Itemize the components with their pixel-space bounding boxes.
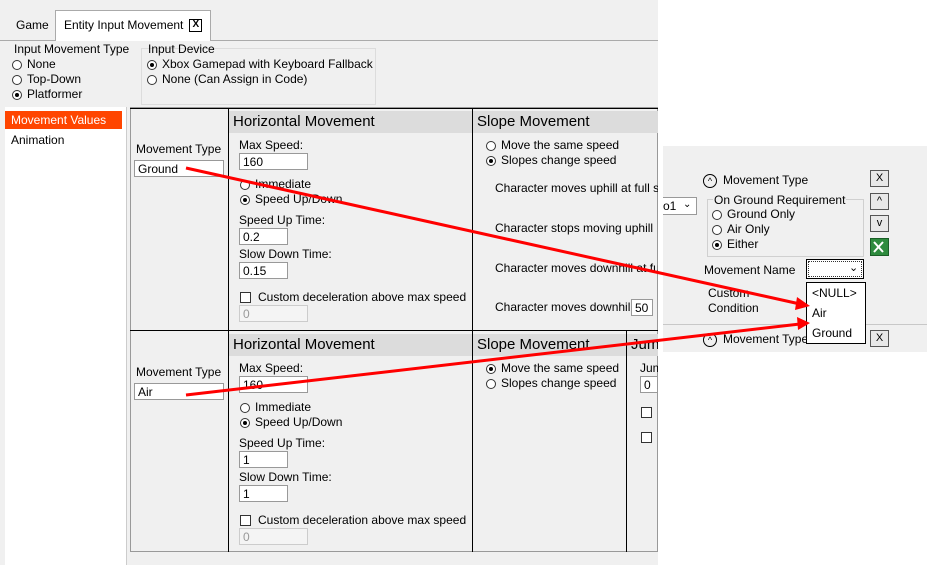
arrowhead	[797, 317, 810, 330]
arrowhead	[795, 297, 810, 310]
annotation-arrows	[185, 166, 810, 397]
arrow-ground-to-dropdown	[185, 166, 801, 306]
arrow-air-to-dropdown	[185, 322, 801, 397]
